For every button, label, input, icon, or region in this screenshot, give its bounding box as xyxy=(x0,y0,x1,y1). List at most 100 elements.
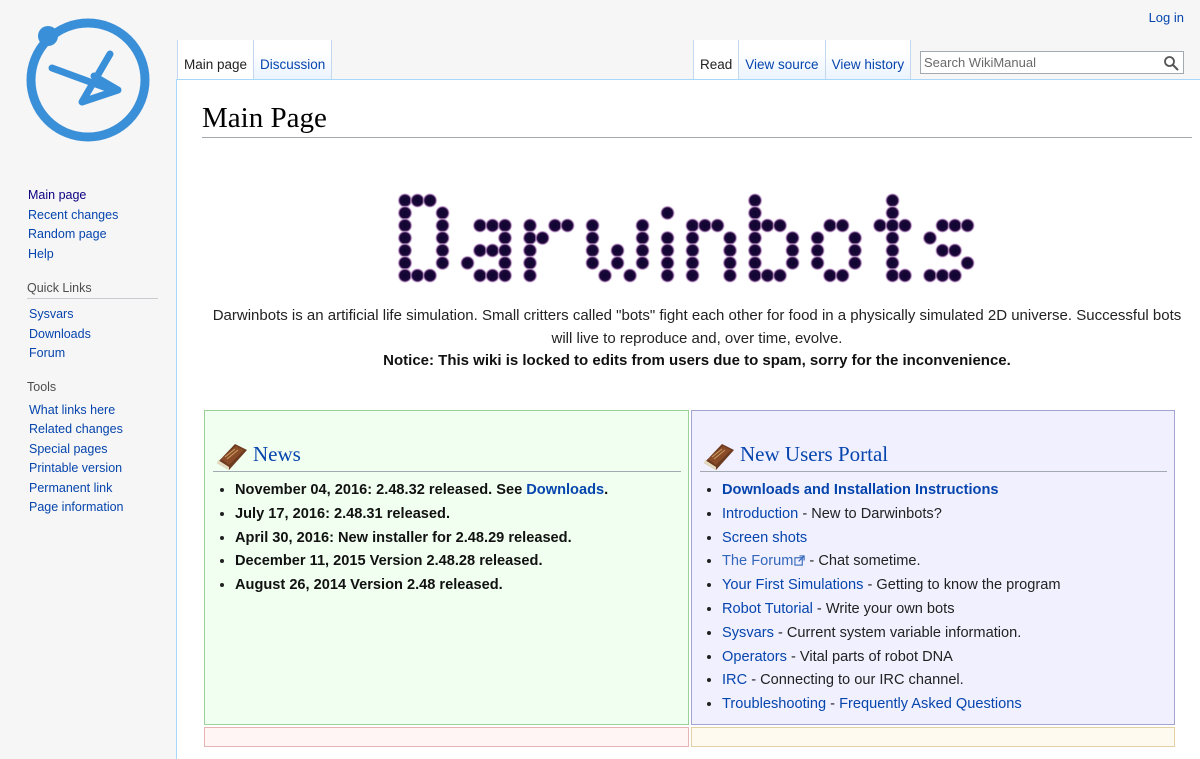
search-icon[interactable] xyxy=(1163,55,1179,71)
personal-tools: Log in xyxy=(1149,10,1184,25)
list-item: Robot Tutorial - Write your own bots xyxy=(722,598,1061,622)
portal-item-desc: - Connecting to our IRC channel. xyxy=(747,672,964,689)
downloads-link[interactable]: Downloads xyxy=(526,482,604,498)
tools-list: What links here Related changes Special … xyxy=(28,401,158,518)
banner-dot xyxy=(772,218,788,233)
banner-dot xyxy=(947,243,963,258)
banner-dot xyxy=(535,230,550,246)
portal-item-desc: - New to Darwinbots? xyxy=(798,505,942,522)
banner-dot xyxy=(585,255,600,271)
sidebar-item-downloads[interactable]: Downloads xyxy=(29,327,91,341)
tab-view-history[interactable]: View history xyxy=(825,40,912,80)
list-item: July 17, 2016: 2.48.31 released. xyxy=(235,503,608,527)
sidebar-item-forum[interactable]: Forum xyxy=(29,346,65,360)
tab-main-page[interactable]: Main page xyxy=(177,40,255,80)
portal-item-desc: - Current system variable information. xyxy=(773,624,1022,641)
banner-dot xyxy=(897,218,913,233)
banner-dot xyxy=(947,268,963,283)
tab-view-source[interactable]: View source xyxy=(739,40,826,80)
page-title: Main Page xyxy=(202,102,1192,138)
notice-text: Notice: This wiki is locked to edits fro… xyxy=(383,352,1011,369)
list-item: Downloads and Installation Instructions xyxy=(722,479,1061,503)
banner-dot xyxy=(785,255,800,271)
banner-dot xyxy=(847,255,863,271)
login-link[interactable]: Log in xyxy=(1149,10,1184,25)
list-item: Troubleshooting - Frequently Asked Quest… xyxy=(722,693,1061,717)
darwinbots-logo-icon xyxy=(26,18,150,142)
banner-dot xyxy=(660,268,675,283)
sidebar-item-random-page[interactable]: Random page xyxy=(28,227,107,241)
sidebar-item-special-pages[interactable]: Special pages xyxy=(29,442,108,456)
list-item: April 30, 2016: New installer for 2.48.2… xyxy=(235,527,608,551)
portal-link-forum[interactable]: The Forum xyxy=(722,553,793,569)
banner-dot xyxy=(772,268,788,283)
new-users-portal-box: New Users Portal Downloads and Installat… xyxy=(691,410,1175,725)
sidebar-item-recent-changes[interactable]: Recent changes xyxy=(28,208,118,222)
portal-item-desc: - Getting to know the program xyxy=(863,577,1061,594)
banner-dot xyxy=(460,255,475,271)
navigation-list: Main page Recent changes Random page Hel… xyxy=(28,186,158,264)
banner-dot xyxy=(497,268,513,283)
list-item: Screen shots xyxy=(722,527,1061,551)
banner-dot xyxy=(685,268,700,283)
portal-title-link[interactable]: New Users Portal xyxy=(740,442,888,467)
banner-dot xyxy=(635,255,650,271)
portal-link-operators[interactable]: Operators xyxy=(722,649,787,665)
quick-links-list: Sysvars Downloads Forum xyxy=(28,305,158,364)
tab-read[interactable]: Read xyxy=(693,40,740,80)
sidebar-item-main-page[interactable]: Main page xyxy=(28,188,86,202)
sidebar-item-help[interactable]: Help xyxy=(28,247,54,261)
portal-link-irc[interactable]: IRC xyxy=(722,672,747,688)
portal-item-desc: - xyxy=(826,696,840,713)
sidebar-item-page-information[interactable]: Page information xyxy=(29,500,124,514)
namespace-tabs: Main page Discussion xyxy=(177,40,333,80)
portal-link-downloads[interactable]: Downloads and Installation Instructions xyxy=(722,482,999,498)
sidebar-item-printable-version[interactable]: Printable version xyxy=(29,461,122,475)
banner-dot xyxy=(835,218,850,233)
sidebar-item-what-links-here[interactable]: What links here xyxy=(29,403,115,417)
banner-dot xyxy=(435,255,450,271)
list-item: Your First Simulations - Getting to know… xyxy=(722,574,1061,598)
intro-text: Darwinbots is an artificial life simulat… xyxy=(202,305,1192,373)
content-area: Main Page Darwinbots is an artificial li… xyxy=(176,79,1200,759)
banner-dot xyxy=(960,218,975,233)
tab-discussion[interactable]: Discussion xyxy=(254,40,333,80)
news-title-link[interactable]: News xyxy=(253,442,301,467)
banner-dot xyxy=(835,268,850,283)
banner-dot xyxy=(522,268,538,283)
lower-right-box xyxy=(691,727,1175,747)
banner-dot xyxy=(722,268,738,283)
list-item: Sysvars - Current system variable inform… xyxy=(722,622,1061,646)
book-icon xyxy=(217,444,247,470)
portal-link-sysvars[interactable]: Sysvars xyxy=(722,625,774,641)
portal-link-first-simulations[interactable]: Your First Simulations xyxy=(722,577,863,593)
list-item: The Forum - Chat sometime. xyxy=(722,550,1061,574)
search-box xyxy=(920,51,1184,74)
portal-item-desc: - Write your own bots xyxy=(812,600,955,617)
banner-dot xyxy=(560,218,575,233)
list-item: December 11, 2015 Version 2.48.28 releas… xyxy=(235,550,608,574)
portal-link-troubleshooting[interactable]: Troubleshooting xyxy=(722,696,826,712)
quick-links-heading: Quick Links xyxy=(27,281,158,299)
list-item: IRC - Connecting to our IRC channel. xyxy=(722,669,1061,693)
search-input[interactable] xyxy=(921,52,1160,73)
banner-dot xyxy=(960,255,975,271)
darwinbots-banner-image xyxy=(385,183,985,288)
portal-link-introduction[interactable]: Introduction xyxy=(722,506,798,522)
portal-link-screen-shots[interactable]: Screen shots xyxy=(722,530,807,546)
sidebar-item-sysvars[interactable]: Sysvars xyxy=(29,307,73,321)
banner-dot xyxy=(710,218,725,233)
banner-dot xyxy=(810,255,825,271)
sidebar-item-related-changes[interactable]: Related changes xyxy=(29,422,123,436)
sidebar-item-permanent-link[interactable]: Permanent link xyxy=(29,481,112,495)
site-logo[interactable] xyxy=(24,18,152,144)
banner-dot xyxy=(597,268,613,283)
news-box: News November 04, 2016: 2.48.32 released… xyxy=(204,410,689,725)
portal-link-faq[interactable]: Frequently Asked Questions xyxy=(839,696,1022,712)
lower-left-box xyxy=(204,727,689,747)
external-link-icon xyxy=(794,555,806,567)
banner-dot xyxy=(660,205,675,221)
view-tabs: Read View source View history xyxy=(693,40,912,80)
banner-dot xyxy=(610,255,625,271)
portal-link-robot-tutorial[interactable]: Robot Tutorial xyxy=(722,601,813,617)
